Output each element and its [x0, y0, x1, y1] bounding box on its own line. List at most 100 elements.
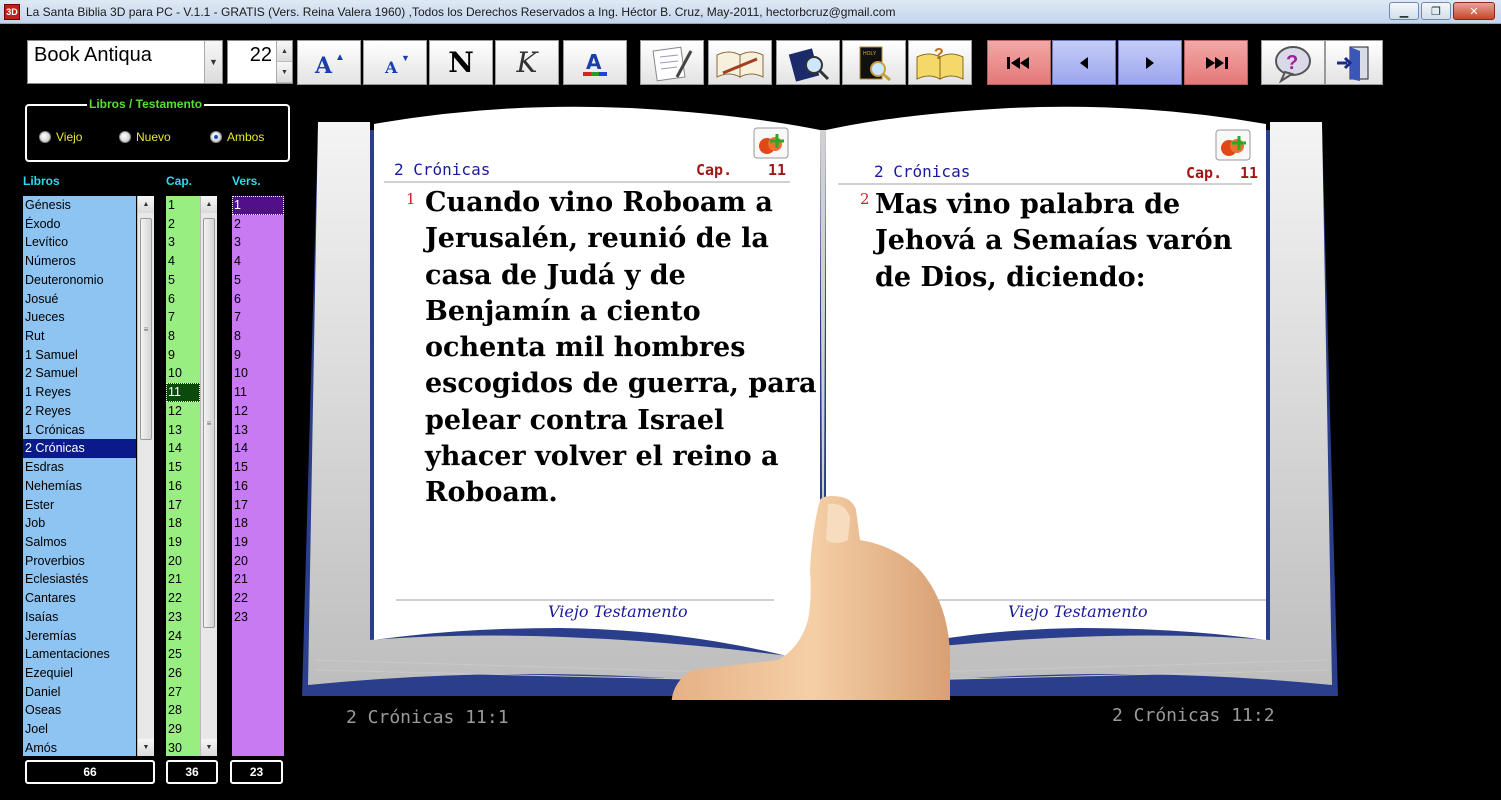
- list-item-book[interactable]: Rut: [23, 327, 136, 346]
- help-book-button[interactable]: ?: [908, 40, 972, 85]
- list-item-chapter[interactable]: 9: [166, 346, 200, 365]
- radio-dot[interactable]: [210, 131, 222, 143]
- list-item-book[interactable]: Ezequiel: [23, 664, 136, 683]
- list-item-chapter[interactable]: 13: [166, 421, 200, 440]
- list-item-book[interactable]: Esdras: [23, 458, 136, 477]
- list-item-chapter[interactable]: 25: [166, 645, 200, 664]
- list-item-verse[interactable]: 15: [232, 458, 284, 477]
- list-item-verse[interactable]: 7: [232, 308, 284, 327]
- list-item-book[interactable]: Jueces: [23, 308, 136, 327]
- chapters-scrollbar[interactable]: ▲ ≡ ▼: [200, 196, 217, 756]
- decrease-font-button[interactable]: A ▼: [363, 40, 427, 85]
- list-item-book[interactable]: Amós: [23, 739, 136, 756]
- list-item-book[interactable]: Jeremías: [23, 627, 136, 646]
- list-item-chapter[interactable]: 17: [166, 496, 200, 515]
- list-item-book[interactable]: 2 Reyes: [23, 402, 136, 421]
- scroll-up-icon[interactable]: ▲: [138, 196, 154, 213]
- list-item-verse[interactable]: 18: [232, 514, 284, 533]
- search-bible-button[interactable]: [776, 40, 840, 85]
- list-item-book[interactable]: 1 Samuel: [23, 346, 136, 365]
- list-item-chapter[interactable]: 5: [166, 271, 200, 290]
- list-item-book[interactable]: Cantares: [23, 589, 136, 608]
- list-item-chapter[interactable]: 19: [166, 533, 200, 552]
- next-button[interactable]: [1118, 40, 1182, 85]
- chapters-scroll-thumb[interactable]: ≡: [203, 218, 215, 628]
- scroll-down-icon[interactable]: ▼: [138, 739, 154, 756]
- last-chapter-button[interactable]: [1184, 40, 1248, 85]
- scroll-up-icon[interactable]: ▲: [201, 196, 217, 213]
- increase-font-button[interactable]: A ▲: [297, 40, 361, 85]
- list-item-chapter[interactable]: 26: [166, 664, 200, 683]
- list-item-chapter[interactable]: 7: [166, 308, 200, 327]
- size-down-icon[interactable]: ▼: [277, 62, 292, 83]
- size-up-icon[interactable]: ▲: [277, 41, 292, 62]
- find-verse-button[interactable]: HOLY: [842, 40, 906, 85]
- list-item-chapter[interactable]: 2: [166, 215, 200, 234]
- list-item-chapter[interactable]: 4: [166, 252, 200, 271]
- list-item-chapter[interactable]: 14: [166, 439, 200, 458]
- list-item-chapter[interactable]: 12: [166, 402, 200, 421]
- list-item-verse[interactable]: 6: [232, 290, 284, 309]
- font-family-select[interactable]: Book Antiqua ▼: [27, 40, 223, 84]
- font-size-stepper[interactable]: 22 ▲ ▼: [227, 40, 293, 84]
- list-item-book[interactable]: Eclesiastés: [23, 570, 136, 589]
- italic-button[interactable]: K: [495, 40, 559, 85]
- list-item-book[interactable]: Levítico: [23, 233, 136, 252]
- books-scroll-thumb[interactable]: ≡: [140, 218, 152, 440]
- list-item-book[interactable]: Joel: [23, 720, 136, 739]
- notes-button[interactable]: [640, 40, 704, 85]
- list-item-verse[interactable]: 9: [232, 346, 284, 365]
- list-item-book[interactable]: 1 Reyes: [23, 383, 136, 402]
- list-item-chapter[interactable]: 30: [166, 739, 200, 756]
- list-item-verse[interactable]: 20: [232, 552, 284, 571]
- list-item-verse[interactable]: 8: [232, 327, 284, 346]
- scroll-down-icon[interactable]: ▼: [201, 739, 217, 756]
- radio-viejo[interactable]: Viejo: [39, 130, 82, 144]
- close-button[interactable]: ✕: [1453, 2, 1495, 20]
- list-item-chapter[interactable]: 28: [166, 701, 200, 720]
- list-item-chapter[interactable]: 22: [166, 589, 200, 608]
- list-item-chapter[interactable]: 20: [166, 552, 200, 571]
- list-item-book[interactable]: Nehemías: [23, 477, 136, 496]
- list-item-chapter[interactable]: 18: [166, 514, 200, 533]
- list-item-verse[interactable]: 17: [232, 496, 284, 515]
- list-item-verse[interactable]: 16: [232, 477, 284, 496]
- list-item-chapter[interactable]: 3: [166, 233, 200, 252]
- list-item-book[interactable]: 2 Crónicas: [23, 439, 136, 459]
- list-item-verse[interactable]: 3: [232, 233, 284, 252]
- list-item-verse[interactable]: 4: [232, 252, 284, 271]
- list-item-book[interactable]: Éxodo: [23, 215, 136, 234]
- bold-button[interactable]: N: [429, 40, 493, 85]
- list-item-book[interactable]: Deuteronomio: [23, 271, 136, 290]
- list-item-book[interactable]: Oseas: [23, 701, 136, 720]
- chapters-list[interactable]: 1 2 3 4 5 6 7 8 9 10 11 12 13 14 15 16 17 18 19 20 21 22 23 24 2…: [166, 196, 200, 756]
- list-item-verse[interactable]: 5: [232, 271, 284, 290]
- list-item-book[interactable]: Salmos: [23, 533, 136, 552]
- minimize-button[interactable]: ▁: [1389, 2, 1419, 20]
- list-item-chapter[interactable]: 24: [166, 627, 200, 646]
- radio-dot[interactable]: [119, 131, 131, 143]
- chevron-down-icon[interactable]: ▼: [204, 41, 222, 83]
- verses-list[interactable]: 1 2 3 4 5 6 7 8 9 10 11 12 13 14 15 16 17 18 19 20 21 22 23: [232, 196, 284, 756]
- books-scrollbar[interactable]: ▲ ≡ ▼: [137, 196, 154, 756]
- list-item-chapter[interactable]: 8: [166, 327, 200, 346]
- radio-nuevo[interactable]: Nuevo: [119, 130, 171, 144]
- list-item-verse[interactable]: 19: [232, 533, 284, 552]
- list-item-verse[interactable]: 11: [232, 383, 284, 402]
- list-item-verse[interactable]: 14: [232, 439, 284, 458]
- radio-dot[interactable]: [39, 131, 51, 143]
- list-item-book[interactable]: Lamentaciones: [23, 645, 136, 664]
- list-item-book[interactable]: Ester: [23, 496, 136, 515]
- list-item-book[interactable]: Daniel: [23, 683, 136, 702]
- list-item-verse[interactable]: 2: [232, 215, 284, 234]
- books-list[interactable]: Génesis Éxodo Levítico Números Deuteronomio J…: [23, 196, 136, 756]
- list-item-chapter[interactable]: 10: [166, 364, 200, 383]
- font-color-button[interactable]: A: [563, 40, 627, 85]
- list-item-verse[interactable]: 10: [232, 364, 284, 383]
- list-item-book[interactable]: Job: [23, 514, 136, 533]
- list-item-chapter[interactable]: 21: [166, 570, 200, 589]
- list-item-chapter[interactable]: 23: [166, 608, 200, 627]
- list-item-verse[interactable]: 1: [232, 196, 284, 215]
- list-item-chapter[interactable]: 16: [166, 477, 200, 496]
- previous-button[interactable]: [1052, 40, 1116, 85]
